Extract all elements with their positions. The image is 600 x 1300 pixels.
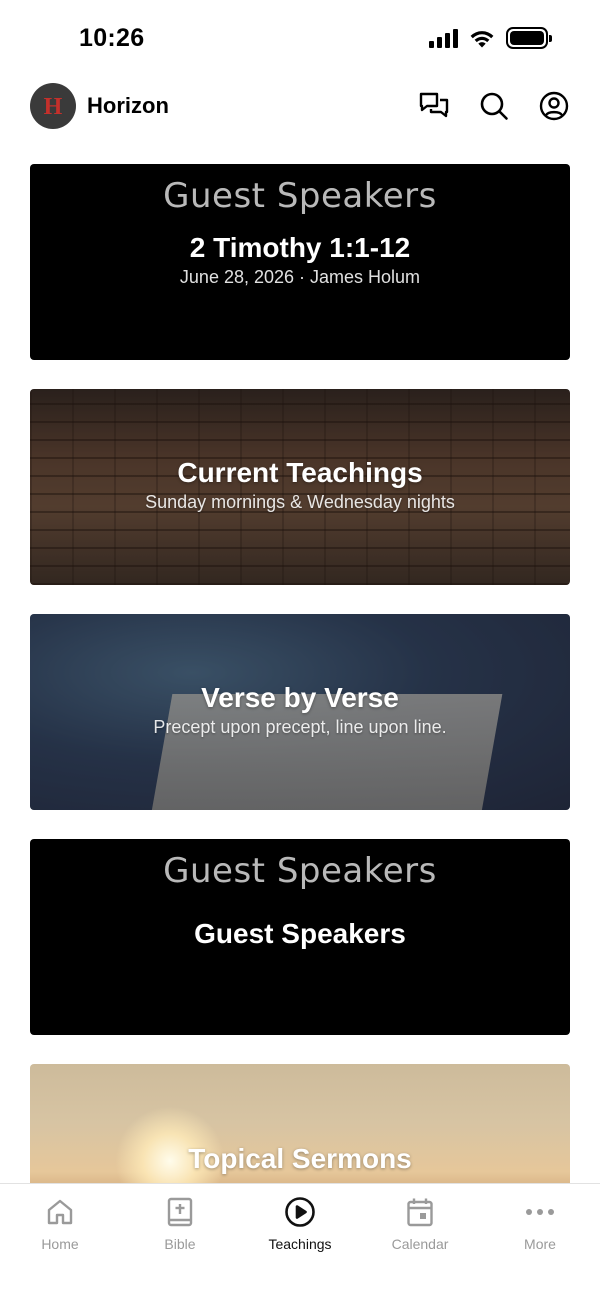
card-content: Current Teachings Sunday mornings & Wedn… bbox=[30, 457, 570, 513]
bible-icon bbox=[164, 1196, 196, 1228]
card-title: Guest Speakers bbox=[194, 918, 406, 949]
search-icon bbox=[480, 92, 508, 120]
tab-label: More bbox=[524, 1236, 556, 1252]
status-icons bbox=[429, 27, 552, 49]
tab-home[interactable]: Home bbox=[0, 1184, 120, 1300]
tab-bible[interactable]: Bible bbox=[120, 1184, 240, 1300]
chat-icon bbox=[419, 92, 449, 118]
tab-label: Home bbox=[41, 1236, 79, 1252]
tab-more[interactable]: More bbox=[480, 1184, 600, 1300]
card-content: Guest Speakers bbox=[30, 918, 570, 950]
logo-icon: H bbox=[44, 94, 63, 120]
svg-text:H: H bbox=[44, 94, 63, 120]
card-title: Current Teachings bbox=[177, 457, 423, 488]
card-current-teachings[interactable]: Current Teachings Sunday mornings & Wedn… bbox=[30, 389, 570, 585]
tab-label: Bible bbox=[164, 1236, 196, 1252]
account-icon bbox=[539, 91, 569, 121]
card-latest-guest-sermon[interactable]: Guest Speakers 2 Timothy 1:1-12 June 28,… bbox=[30, 164, 570, 360]
status-time: 10:26 bbox=[79, 24, 145, 52]
tab-label: Teachings bbox=[268, 1236, 332, 1252]
search-button[interactable] bbox=[478, 90, 510, 122]
home-icon bbox=[44, 1196, 76, 1228]
tab-calendar[interactable]: Calendar bbox=[360, 1184, 480, 1300]
tab-teachings[interactable]: Teachings bbox=[240, 1184, 360, 1300]
chat-button[interactable] bbox=[418, 90, 450, 122]
card-subtitle: June 28, 2026 · James Holum bbox=[179, 267, 421, 287]
wifi-icon bbox=[470, 30, 494, 47]
card-subtitle: Sunday mornings & Wednesday nights bbox=[145, 492, 455, 512]
card-title: Verse by Verse bbox=[201, 682, 399, 713]
app-header: H Horizon bbox=[30, 82, 570, 130]
tab-label: Calendar bbox=[391, 1236, 449, 1252]
card-content: 2 Timothy 1:1-12 June 28, 2026 · James H… bbox=[30, 232, 570, 288]
status-bar: 10:26 bbox=[0, 0, 600, 70]
cellular-signal-icon bbox=[429, 28, 458, 48]
teachings-list: Guest Speakers 2 Timothy 1:1-12 June 28,… bbox=[30, 164, 570, 1289]
app-title: Horizon bbox=[87, 93, 169, 118]
card-title: 2 Timothy 1:1-12 bbox=[189, 232, 411, 263]
account-button[interactable] bbox=[538, 90, 570, 122]
card-guest-speakers[interactable]: Guest Speakers Guest Speakers bbox=[30, 839, 570, 1035]
card-verse-by-verse[interactable]: Verse by Verse Precept upon precept, lin… bbox=[30, 614, 570, 810]
card-subtitle: Precept upon precept, line upon line. bbox=[153, 717, 447, 737]
card-title: Topical Sermons bbox=[188, 1143, 412, 1174]
play-circle-icon bbox=[284, 1196, 316, 1228]
church-logo[interactable]: H bbox=[30, 83, 76, 129]
card-banner-text: Guest Speakers bbox=[163, 851, 437, 891]
more-icon bbox=[524, 1196, 556, 1228]
app-screen: 10:26 H Horizon Guest Speakers 2 Timothy… bbox=[0, 0, 600, 1300]
battery-icon bbox=[506, 27, 552, 49]
calendar-icon bbox=[404, 1196, 436, 1228]
bottom-tab-bar: Home Bible Teachings Calendar More bbox=[0, 1183, 600, 1300]
header-actions bbox=[418, 90, 570, 122]
card-content: Topical Sermons bbox=[30, 1143, 570, 1175]
card-content: Verse by Verse Precept upon precept, lin… bbox=[30, 682, 570, 738]
card-banner-text: Guest Speakers bbox=[163, 176, 437, 216]
